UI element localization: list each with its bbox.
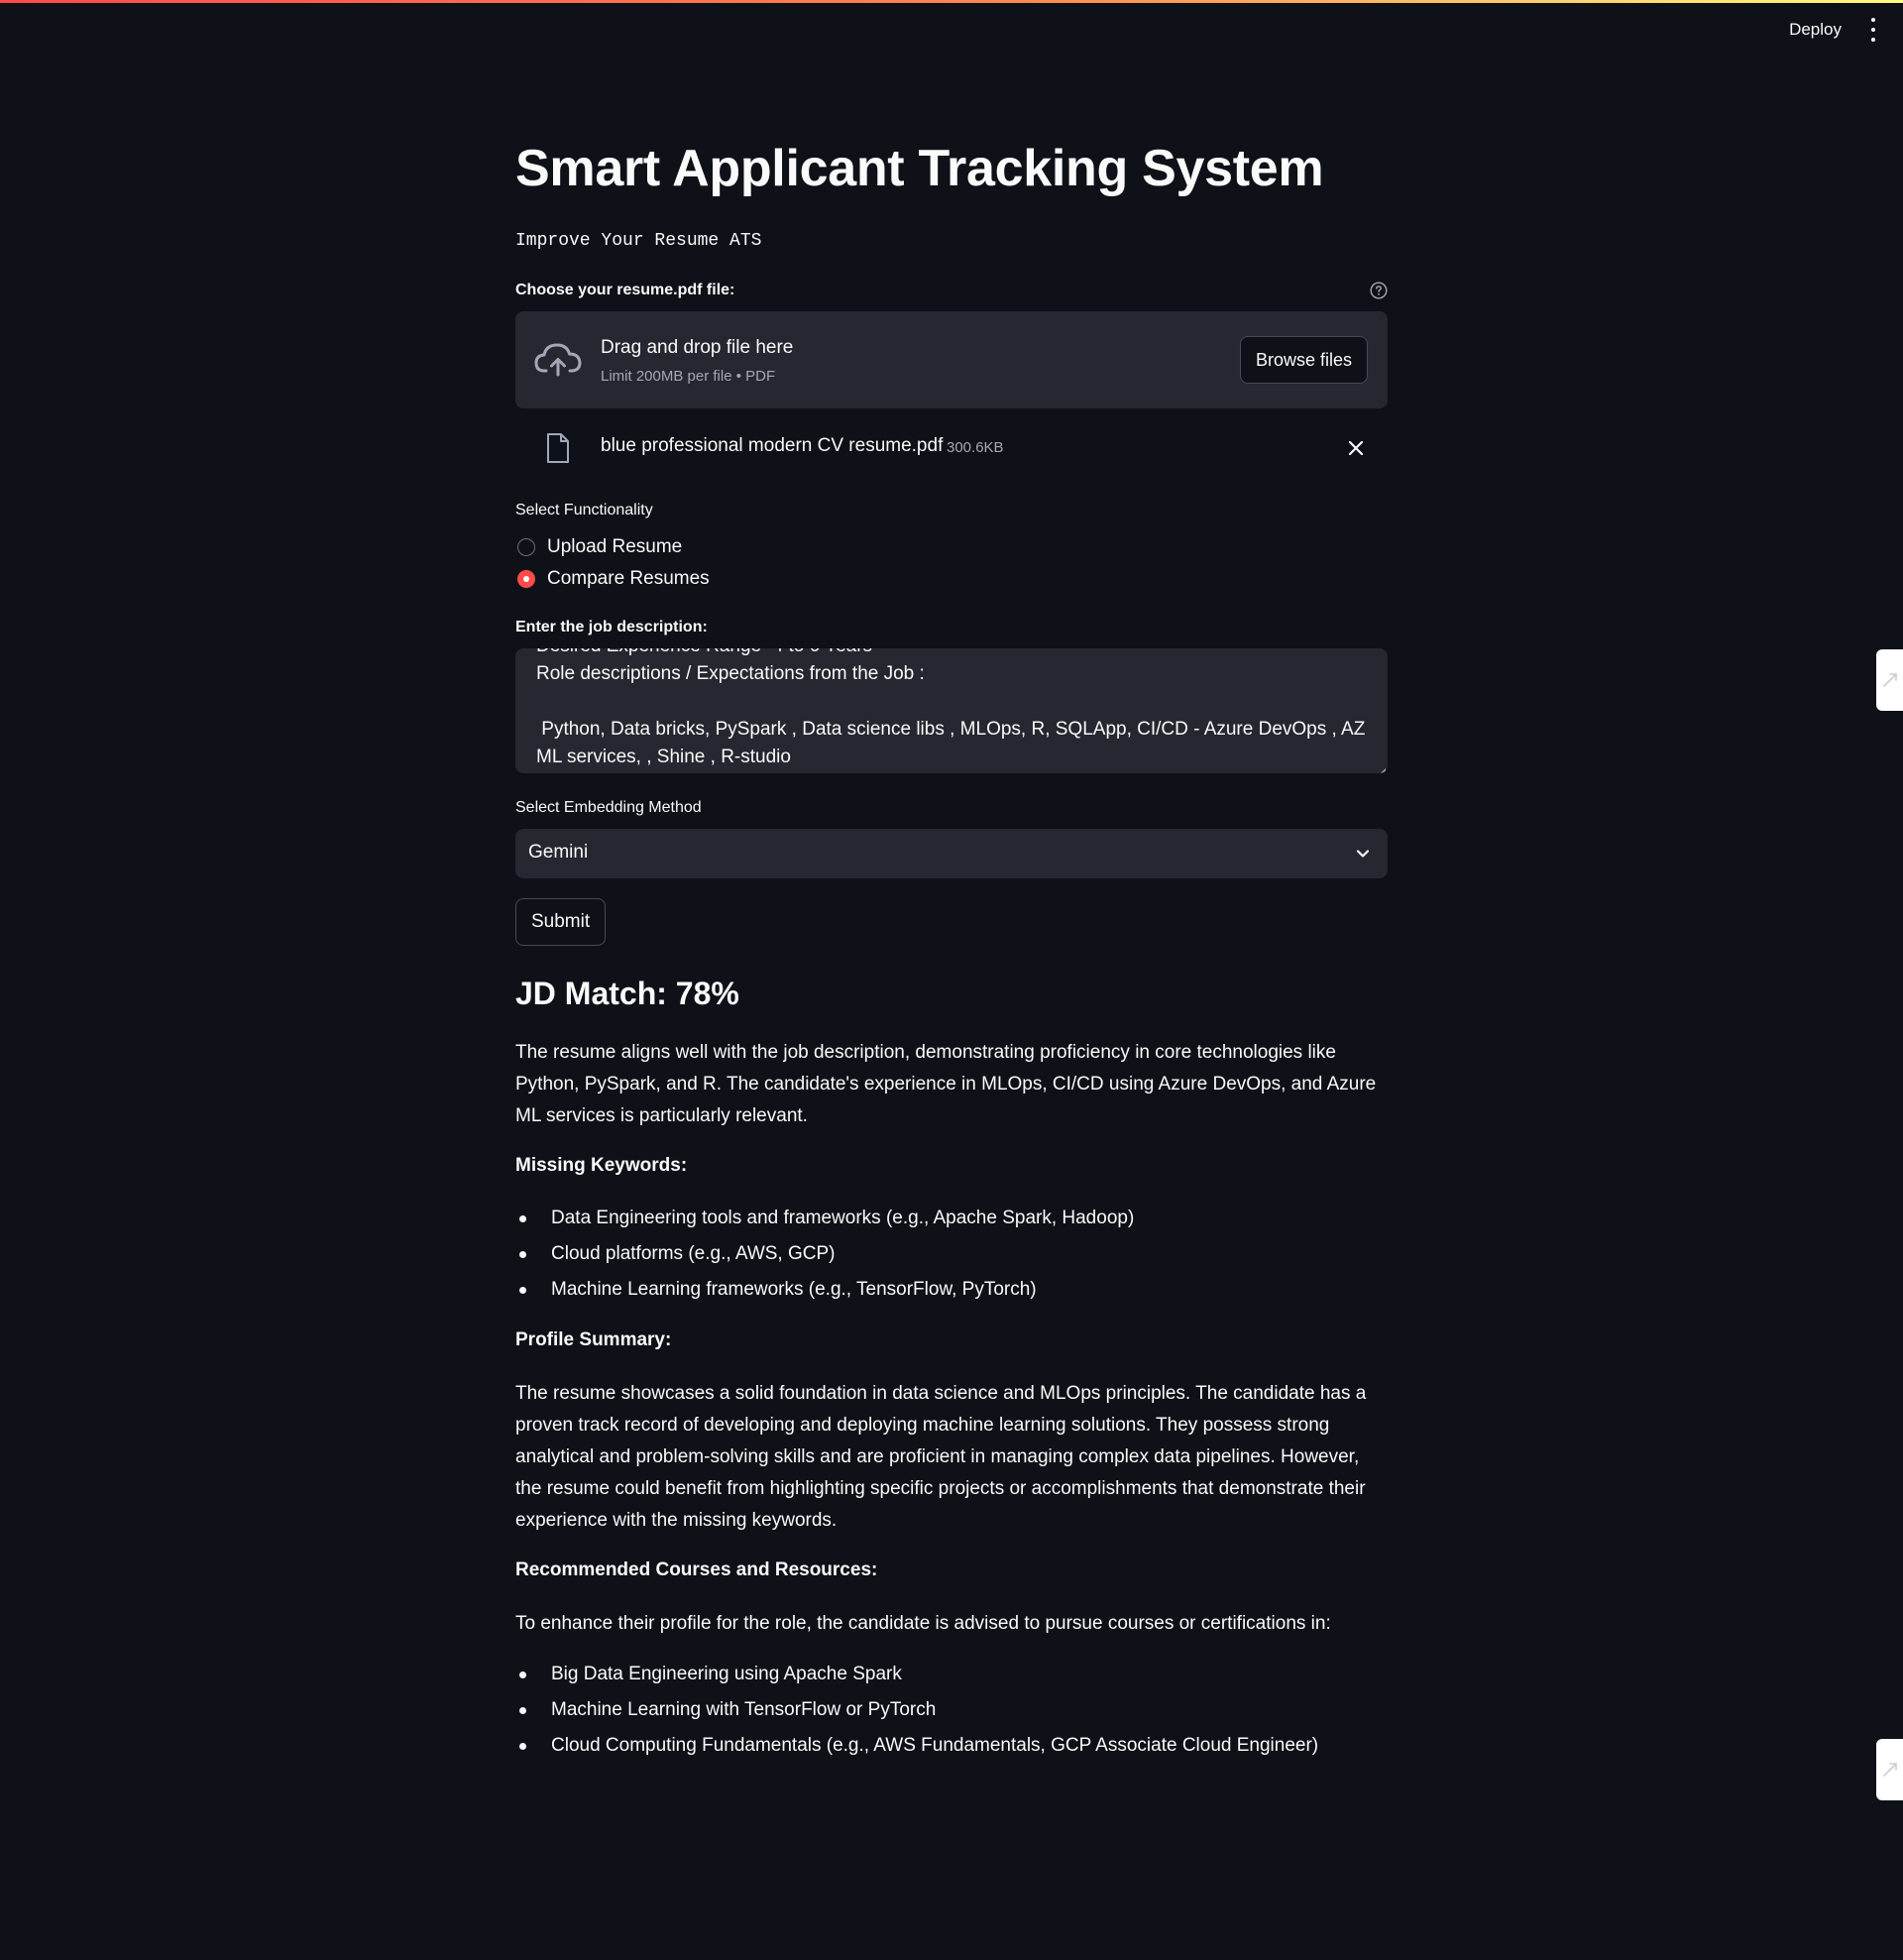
help-icon[interactable] [1370,282,1388,299]
courses-title: Recommended Courses and Resources: [515,1559,878,1580]
embedding-select[interactable]: Gemini [515,829,1388,878]
file-icon [545,432,571,464]
dropzone-limit: Limit 200MB per file • PDF [601,368,776,385]
list-item: Cloud platforms (e.g., AWS, GCP) [515,1236,1134,1272]
job-description-label: Enter the job description: [515,619,708,635]
chevron-down-icon [1354,846,1372,862]
list-item: Data Engineering tools and frameworks (e… [515,1201,1134,1236]
page-subtitle: Improve Your Resume ATS [515,231,762,251]
radio-compare-resumes[interactable]: Compare Resumes [517,568,710,590]
missing-keywords-title: Missing Keywords: [515,1155,688,1176]
courses-intro: To enhance their profile for the role, t… [515,1613,1331,1634]
vertical-ellipsis-icon[interactable] [1863,18,1883,42]
expand-icon [1883,1763,1897,1777]
uploader-label: Choose your resume.pdf file: [515,282,735,298]
job-description-text[interactable]: Desired Experience Range- 4 to 6 Years R… [536,648,1369,771]
page-title: Smart Applicant Tracking System [515,140,1324,197]
expand-icon [1883,673,1897,687]
radio-button-selected[interactable] [517,570,535,588]
embedding-label: Select Embedding Method [515,799,702,816]
list-item: Cloud Computing Fundamentals (e.g., AWS … [515,1728,1318,1764]
cloud-upload-icon [533,339,583,381]
file-name: blue professional modern CV resume.pdf [601,435,944,456]
side-tab-top[interactable] [1876,649,1903,711]
radio-upload-resume[interactable]: Upload Resume [517,536,682,558]
radio-label: Upload Resume [547,536,683,557]
jd-match-heading: JD Match: 78% [515,976,739,1011]
missing-keywords-list: Data Engineering tools and frameworks (e… [515,1201,1134,1308]
list-item: Machine Learning frameworks (e.g., Tenso… [515,1272,1134,1308]
resize-handle-icon[interactable] [1378,763,1386,773]
close-icon[interactable] [1346,438,1366,458]
result-intro: The resume aligns well with the job desc… [515,1042,1377,1126]
functionality-label: Select Functionality [515,502,653,519]
deploy-button[interactable]: Deploy [1783,16,1847,44]
courses-list: Big Data Engineering using Apache Spark … [515,1657,1318,1764]
list-item: Big Data Engineering using Apache Spark [515,1657,1318,1692]
profile-summary-title: Profile Summary: [515,1329,672,1350]
radio-label: Compare Resumes [547,568,710,589]
list-item: Machine Learning with TensorFlow or PyTo… [515,1692,1318,1728]
radio-button[interactable] [517,538,535,556]
side-tab-bottom[interactable] [1876,1739,1903,1800]
select-value: Gemini [528,842,589,863]
file-size: 300.6KB [947,439,1004,456]
file-dropzone[interactable]: Drag and drop file here Limit 200MB per … [515,311,1388,408]
submit-button[interactable]: Submit [515,898,607,946]
app-header: Deploy [0,0,1903,59]
browse-files-button[interactable]: Browse files [1239,336,1368,384]
dropzone-instruction: Drag and drop file here [601,337,794,358]
profile-summary-text: The resume showcases a solid foundation … [515,1383,1367,1531]
job-description-textarea[interactable]: Desired Experience Range- 4 to 6 Years R… [515,648,1388,773]
uploaded-file: blue professional modern CV resume.pdf 3… [515,424,1388,470]
